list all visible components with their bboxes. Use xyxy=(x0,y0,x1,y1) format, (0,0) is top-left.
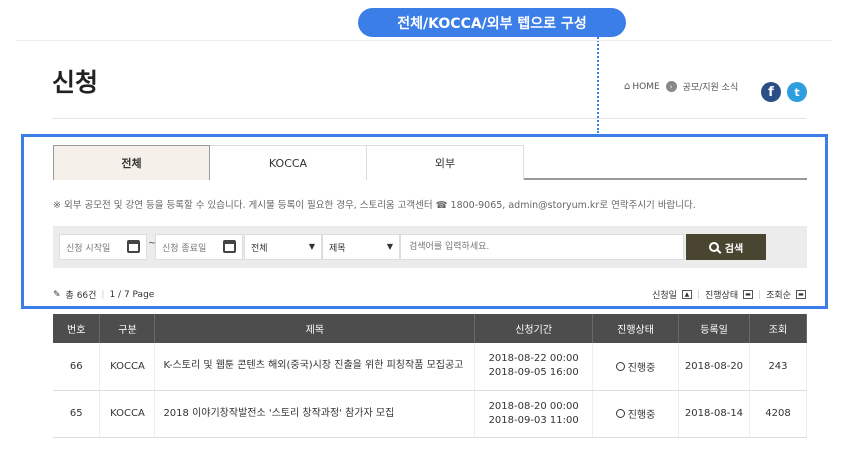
row-status: 진행중 xyxy=(592,390,680,438)
header-divider xyxy=(52,118,806,119)
breadcrumb: ⌂ HOME › 공모/지원 소식 xyxy=(624,80,738,93)
column-header: 진행상태 xyxy=(592,314,680,343)
column-header: 번호 xyxy=(53,314,101,343)
home-icon[interactable]: ⌂ xyxy=(624,81,630,92)
table-row[interactable]: 66 KOCCA K-스토리 및 웹툰 콘텐츠 해외(중국)시장 진출을 위한 … xyxy=(53,343,808,391)
twitter-icon[interactable]: t xyxy=(787,82,807,102)
row-date: 2018-08-14 xyxy=(678,390,750,438)
period-start: 2018-08-20 00:00 xyxy=(488,400,579,412)
row-date: 2018-08-20 xyxy=(678,343,750,391)
column-header: 제목 xyxy=(154,314,476,343)
clock-icon xyxy=(615,361,625,371)
row-type: KOCCA xyxy=(99,390,156,438)
row-status: 진행중 xyxy=(592,343,680,391)
row-title-link[interactable]: 2018 이야기창작발전소 '스토리 창작과정' 참가자 모집 xyxy=(154,390,476,438)
row-period: 2018-08-20 00:00 2018-09-03 11:00 xyxy=(474,390,594,438)
table-header-row: 번호 구분 제목 신청기간 진행상태 등록일 조회 xyxy=(53,314,808,343)
board-table: 번호 구분 제목 신청기간 진행상태 등록일 조회 66 KOCCA K-스토리… xyxy=(53,314,808,438)
column-header: 조회 xyxy=(749,314,808,343)
chevron-right-icon: › xyxy=(665,81,677,92)
row-views: 4208 xyxy=(749,390,808,438)
breadcrumb-current[interactable]: 공모/지원 소식 xyxy=(683,80,739,93)
period-start: 2018-08-22 00:00 xyxy=(488,353,579,365)
status-label: 진행중 xyxy=(627,410,656,421)
row-period: 2018-08-22 00:00 2018-09-05 16:00 xyxy=(474,343,594,391)
table-row[interactable]: 65 KOCCA 2018 이야기창작발전소 '스토리 창작과정' 참가자 모집… xyxy=(53,390,808,438)
page-title: 신청 xyxy=(52,68,99,97)
column-header: 등록일 xyxy=(678,314,750,343)
period-end: 2018-09-05 16:00 xyxy=(488,367,579,379)
row-type: KOCCA xyxy=(99,343,156,391)
row-number: 66 xyxy=(53,343,101,391)
column-header: 신청기간 xyxy=(474,314,594,343)
period-end: 2018-09-03 11:00 xyxy=(488,414,579,426)
annotation-highlight-frame xyxy=(21,134,828,309)
row-title-link[interactable]: K-스토리 및 웹툰 콘텐츠 해외(중국)시장 진출을 위한 피칭작품 모집공고 xyxy=(154,343,476,391)
row-number: 65 xyxy=(53,390,101,438)
column-header: 구분 xyxy=(99,314,156,343)
status-label: 진행중 xyxy=(627,362,656,374)
row-views: 243 xyxy=(749,343,808,391)
annotation-callout: 전체/KOCCA/외부 텝으로 구성 xyxy=(358,8,626,37)
breadcrumb-home[interactable]: HOME xyxy=(632,82,659,92)
clock-icon xyxy=(615,409,625,418)
facebook-icon[interactable]: f xyxy=(761,82,781,102)
top-divider xyxy=(16,40,832,41)
